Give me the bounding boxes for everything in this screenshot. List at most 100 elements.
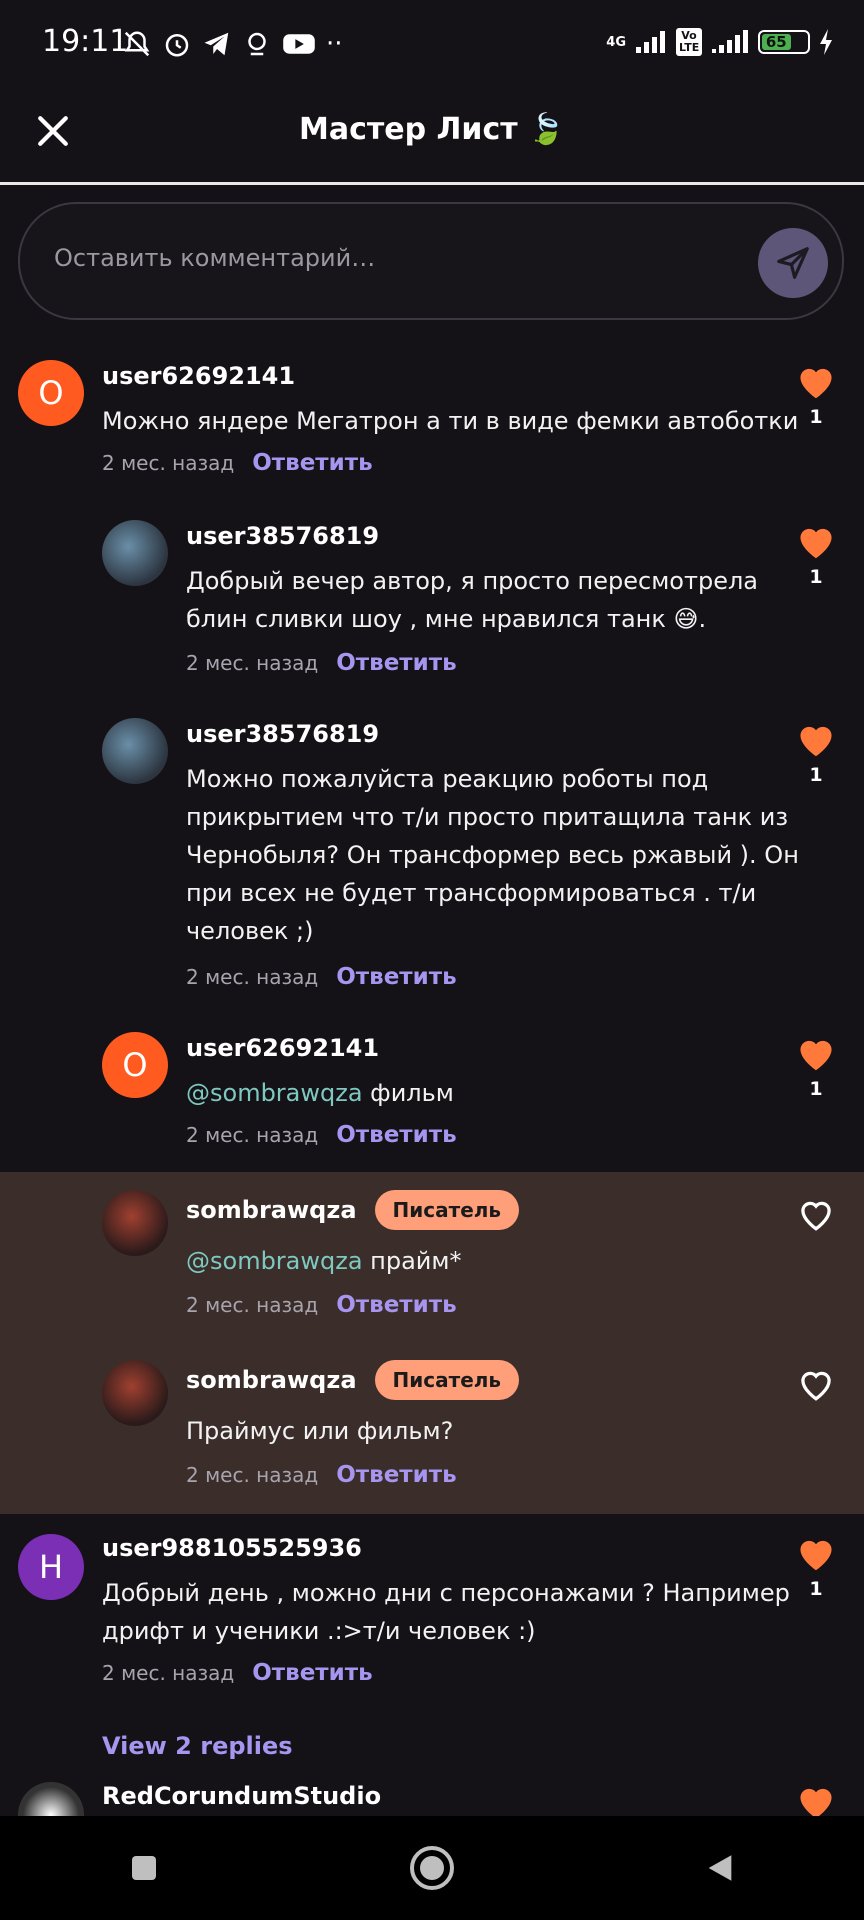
username-row: user38576819 xyxy=(186,720,379,748)
network-type: 4G xyxy=(606,34,626,50)
comment-line: Добрый вечер автор, я просто пересмотрел… xyxy=(186,567,759,595)
back-triangle-icon xyxy=(708,1855,732,1881)
status-system-icons: 4G Vo LTE 65 xyxy=(606,22,834,62)
comment-text: @sombrawqza прайм* xyxy=(186,1242,462,1280)
recents-button[interactable] xyxy=(104,1828,184,1908)
status-time: 19:11 xyxy=(42,24,129,59)
mention-link[interactable]: @sombrawqza xyxy=(186,1079,363,1107)
heart-filled-icon xyxy=(800,1540,832,1571)
heart-filled-icon xyxy=(800,726,832,757)
comment: H user988105525936 Добрый день , можно д… xyxy=(0,1530,864,1720)
more-notifications-icon: ·· xyxy=(326,29,343,59)
timestamp: 2 мес. назад xyxy=(186,1293,319,1317)
view-replies-button[interactable]: View 2 replies xyxy=(102,1732,293,1760)
username[interactable]: sombrawqza xyxy=(186,1196,357,1224)
like-count: 1 xyxy=(809,1078,823,1100)
send-icon xyxy=(777,247,809,279)
avatar[interactable] xyxy=(18,1782,84,1816)
username-row: sombrawqza Писатель xyxy=(186,1190,520,1230)
avatar[interactable] xyxy=(102,1190,168,1256)
comment-text: @sombrawqza фильм xyxy=(186,1074,454,1112)
comment-meta: 2 мес. назад Ответить xyxy=(102,450,373,476)
username[interactable]: sombrawqza xyxy=(186,1366,357,1394)
like-button[interactable]: 1 xyxy=(786,522,846,588)
avatar[interactable]: H xyxy=(18,1534,84,1600)
reply-button[interactable]: Ответить xyxy=(252,1660,372,1686)
timestamp: 2 мес. назад xyxy=(102,451,235,475)
alarm-icon xyxy=(165,34,189,57)
like-button[interactable]: 1 xyxy=(786,1534,846,1600)
send-button[interactable] xyxy=(758,228,828,298)
reply-button[interactable]: Ответить xyxy=(336,1292,456,1318)
like-count: 1 xyxy=(809,406,823,428)
avatar[interactable] xyxy=(102,718,168,784)
timestamp: 2 мес. назад xyxy=(186,1463,319,1487)
comment-text: Добрый вечер автор, я просто пересмотрел… xyxy=(186,562,758,638)
comment-line: Можно пожалуйста реакцию роботы под xyxy=(186,765,709,793)
heart-filled-icon xyxy=(800,1788,832,1816)
reply-button[interactable]: Ответить xyxy=(336,650,456,676)
like-button[interactable] xyxy=(786,1196,846,1232)
avatar[interactable]: O xyxy=(102,1032,168,1098)
comment-body: прайм* xyxy=(362,1247,462,1275)
comment-line: блин сливки шоу , мне нравился танк 😅. xyxy=(186,605,707,633)
username-row: user988105525936 xyxy=(102,1534,362,1562)
reply-button[interactable]: Ответить xyxy=(336,964,456,990)
volte-icon: Vo LTE xyxy=(676,28,702,56)
comment-text: Добрый день , можно дни с персонажами ? … xyxy=(102,1574,790,1650)
username-row: RedCorundumStudio xyxy=(102,1782,381,1810)
comment-line: Добрый день , можно дни с персонажами ? … xyxy=(102,1579,790,1607)
username[interactable]: user38576819 xyxy=(186,522,379,550)
avatar[interactable] xyxy=(102,1360,168,1426)
username[interactable]: user988105525936 xyxy=(102,1534,362,1562)
username-row: user38576819 xyxy=(186,522,379,550)
comment-line: Чернобыля? Он трансформер весь ржавый ).… xyxy=(186,841,799,869)
like-button[interactable]: 1 xyxy=(786,720,846,786)
page-title: Мастер Лист xyxy=(298,112,518,147)
heart-filled-icon xyxy=(800,368,832,399)
like-button[interactable] xyxy=(786,1366,846,1402)
like-count: 1 xyxy=(809,566,823,588)
home-button[interactable] xyxy=(392,1828,472,1908)
back-button[interactable] xyxy=(680,1828,760,1908)
comment: RedCorundumStudio xyxy=(0,1782,864,1816)
heart-filled-icon xyxy=(800,528,832,559)
reply-button[interactable]: Ответить xyxy=(336,1462,456,1488)
home-circle-icon xyxy=(410,1846,454,1890)
system-nav-bar xyxy=(0,1816,864,1920)
leaf-emoji: 🍃 xyxy=(527,112,565,147)
comment-line: прикрытием что т/и просто притащила танк… xyxy=(186,803,789,831)
like-button[interactable]: 1 xyxy=(786,362,846,428)
comment-meta: 2 мес. назад Ответить xyxy=(186,964,457,990)
username[interactable]: user62692141 xyxy=(186,1034,379,1062)
highlighted-replies: sombrawqza Писатель @sombrawqza прайм* 2… xyxy=(0,1172,864,1514)
like-count: 1 xyxy=(809,1578,823,1600)
comment-text: Праймус или фильм? xyxy=(186,1417,454,1445)
comment-meta: 2 мес. назад Ответить xyxy=(186,1292,457,1318)
comment-meta: 2 мес. назад Ответить xyxy=(186,1462,457,1488)
timestamp: 2 мес. назад xyxy=(186,651,319,675)
writer-badge: Писатель xyxy=(374,1360,520,1400)
username[interactable]: RedCorundumStudio xyxy=(102,1782,381,1810)
heart-outline-icon xyxy=(801,1201,831,1231)
username[interactable]: user62692141 xyxy=(102,362,295,390)
comment-text: Можно яндере Мегатрон а ти в виде фемки … xyxy=(102,407,799,435)
username-row: user62692141 xyxy=(186,1034,379,1062)
comment-line: дрифт и ученики .:>т/и человек :) xyxy=(102,1617,536,1645)
avatar[interactable] xyxy=(102,520,168,586)
like-button[interactable]: 1 xyxy=(786,1034,846,1100)
comment: O user62692141 Можно яндере Мегатрон а т… xyxy=(0,350,864,500)
like-button[interactable] xyxy=(786,1782,846,1816)
username-row: sombrawqza Писатель xyxy=(186,1360,520,1400)
comment-input[interactable]: Оставить комментарий… xyxy=(18,202,844,320)
bell-off-icon xyxy=(124,31,150,57)
heart-filled-icon xyxy=(800,1040,832,1071)
username[interactable]: user38576819 xyxy=(186,720,379,748)
comment-meta: 2 мес. назад Ответить xyxy=(102,1660,373,1686)
reply-button[interactable]: Ответить xyxy=(336,1122,456,1148)
comment-line: при всех не будет трансформироваться . т… xyxy=(186,879,757,907)
reply-button[interactable]: Ответить xyxy=(252,450,372,476)
avatar[interactable]: O xyxy=(18,360,84,426)
mention-link[interactable]: @sombrawqza xyxy=(186,1247,363,1275)
heart-outline-icon xyxy=(801,1371,831,1401)
